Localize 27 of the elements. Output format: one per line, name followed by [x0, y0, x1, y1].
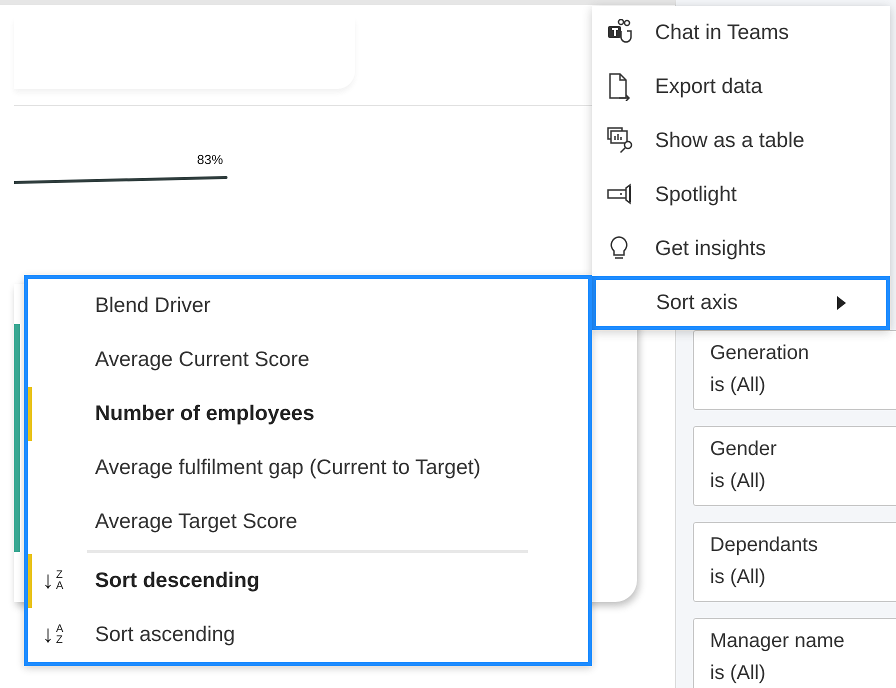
menu-item[interactable]: Show as a table: [592, 114, 890, 168]
data-label: 83%: [197, 152, 224, 167]
filter-value: is (All): [710, 565, 767, 590]
caret-icon: [837, 296, 846, 310]
filter-card[interactable]: Dependants is (All): [693, 522, 896, 602]
menu-item[interactable]: Average fulfilment gap (Current to Target): [28, 441, 588, 495]
menu-item[interactable]: Chat in Teams: [592, 6, 890, 60]
filter-value: is (All): [710, 661, 767, 686]
menu-item[interactable]: Number of employees: [28, 387, 588, 441]
menu-item[interactable]: Blend Driver: [28, 279, 588, 333]
menu-item[interactable]: Average Current Score: [28, 333, 588, 387]
menu-item[interactable]: Spotlight: [592, 168, 890, 222]
document-arrow-icon: [607, 73, 633, 101]
chart-magnifier-icon: [607, 127, 633, 155]
filter-value: is (All): [710, 373, 767, 398]
filter-card[interactable]: Generation is (All): [693, 330, 896, 410]
filter-name: Gender: [710, 437, 778, 462]
filter-name: Generation: [710, 341, 810, 366]
filter-card[interactable]: Gender is (All): [693, 426, 896, 506]
menu-item[interactable]: Export data: [592, 60, 890, 114]
menu-item[interactable]: Get insights: [592, 222, 890, 276]
menu-item[interactable]: Sort axis: [592, 276, 890, 330]
filter-name: Manager name: [710, 629, 846, 654]
filter-card[interactable]: Manager name is (All): [693, 618, 896, 688]
filter-value: is (All): [710, 469, 767, 494]
menu-item[interactable]: Average Target Score: [28, 495, 588, 549]
filter-name: Dependants: [710, 533, 819, 558]
